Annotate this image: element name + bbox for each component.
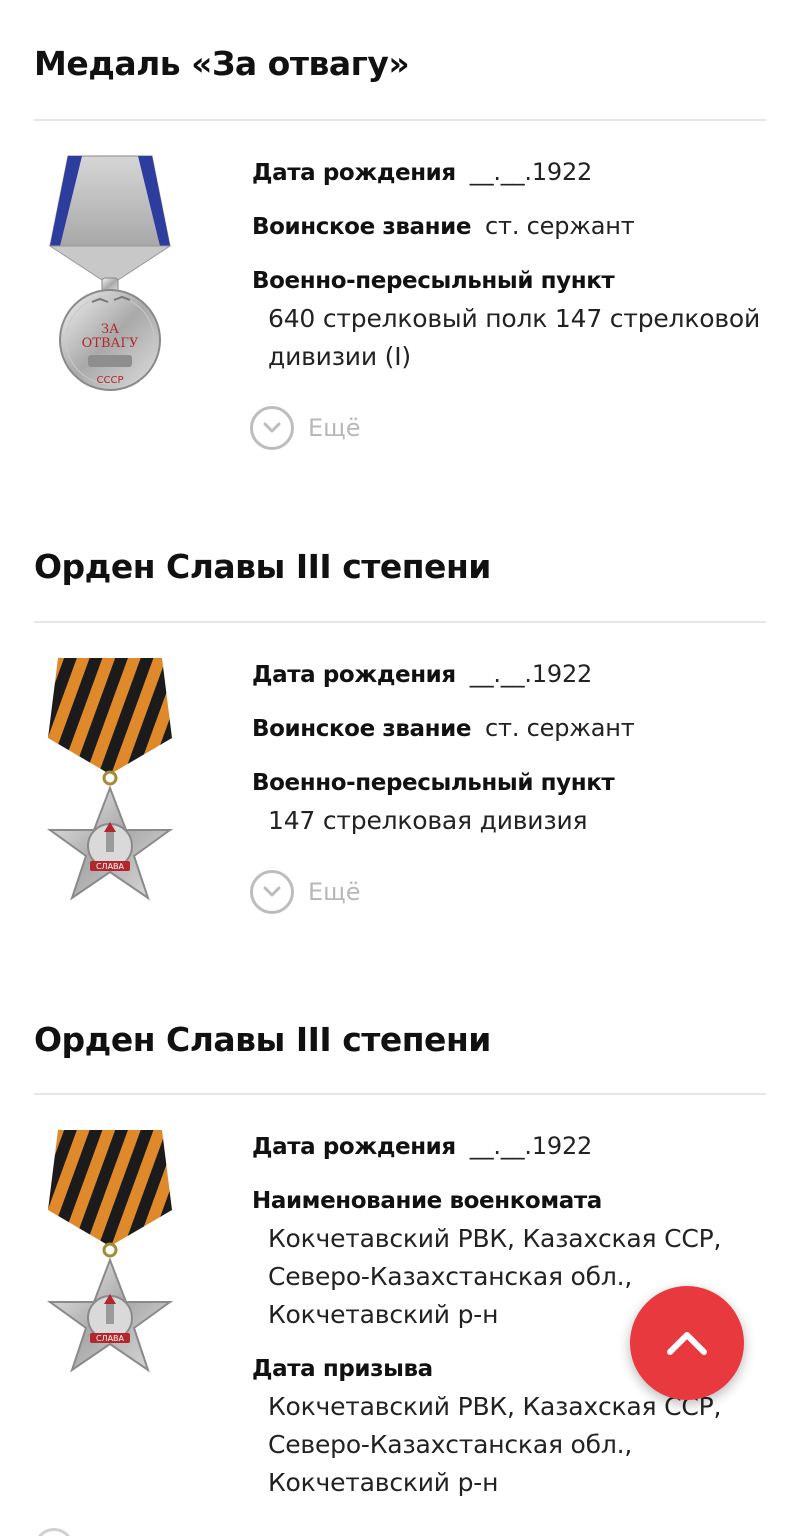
more-button[interactable]: Ещё [250,406,361,450]
medal-text: ЗА [101,322,119,337]
birth-date-row: Дата рождения __.__.1922 [252,1132,772,1160]
order-of-glory-icon: СЛАВА [46,658,174,901]
birth-date-label: Дата рождения [252,1134,456,1160]
draft-date-value: Кокчетавский РВК, Казахская ССР, Северо-… [268,1392,722,1497]
chevron-up-icon [667,1332,707,1355]
medal-text: СЛАВА [96,1334,125,1343]
divider [34,621,766,623]
scroll-top-button[interactable] [630,1286,744,1400]
more-label: Ещё [308,414,361,442]
birth-date-label: Дата рождения [252,160,456,186]
birth-date-row: Дата рождения __.__.1922 [252,158,772,186]
rank-label: Воинское звание [252,716,472,742]
award-card: Орден Славы III степени СЛАВА Дата рожде… [0,970,800,1536]
rank-label: Воинское звание [252,214,472,240]
award-card: Орден Славы III степени СЛАВА Дата рожде… [0,500,800,970]
birth-date-row: Дата рождения __.__.1922 [252,660,772,688]
transit-point-label: Военно-пересыльный пункт [252,770,615,796]
birth-date-value: __.__.1922 [469,158,593,186]
rank-row: Воинское звание ст. сержант [252,212,772,240]
transit-point-label: Военно-пересыльный пункт [252,268,615,294]
more-button[interactable]: Ещё [250,870,361,914]
transit-point-value: 147 стрелковая дивизия [268,806,588,835]
birth-date-value: __.__.1922 [469,660,593,688]
award-title: Медаль «За отвагу» [34,44,410,83]
divider [34,1093,766,1095]
medal-text: СЛАВА [96,862,125,871]
chevron-down-icon [250,870,294,914]
rank-value: ст. сержант [485,212,635,240]
order-of-glory-icon: СЛАВА [46,1130,174,1373]
award-title: Орден Славы III степени [34,547,491,586]
birth-date-value: __.__.1922 [469,1132,593,1160]
chevron-down-icon [250,406,294,450]
transit-point-row: Военно-пересыльный пункт 147 стрелковая … [252,770,772,840]
award-title: Орден Славы III степени [34,1020,491,1059]
medal-text: СССР [97,375,124,386]
medal-text: ОТВАГУ [82,336,139,351]
rank-row: Воинское звание ст. сержант [252,714,772,742]
transit-point-value: 640 стрелковый полк 147 стрелковой дивиз… [268,304,761,371]
rank-value: ст. сержант [485,714,635,742]
divider [34,119,766,121]
more-label: Ещё [308,878,361,906]
birth-date-label: Дата рождения [252,662,456,688]
medal-for-courage-icon: ЗА ОТВАГУ СССР [48,155,172,391]
transit-point-row: Военно-пересыльный пункт 640 стрелковый … [252,268,772,376]
enlistment-office-label: Наименование военкомата [252,1188,602,1214]
award-card: Медаль «За отвагу» ЗА ОТВАГУ СССР Дата р… [0,0,800,500]
